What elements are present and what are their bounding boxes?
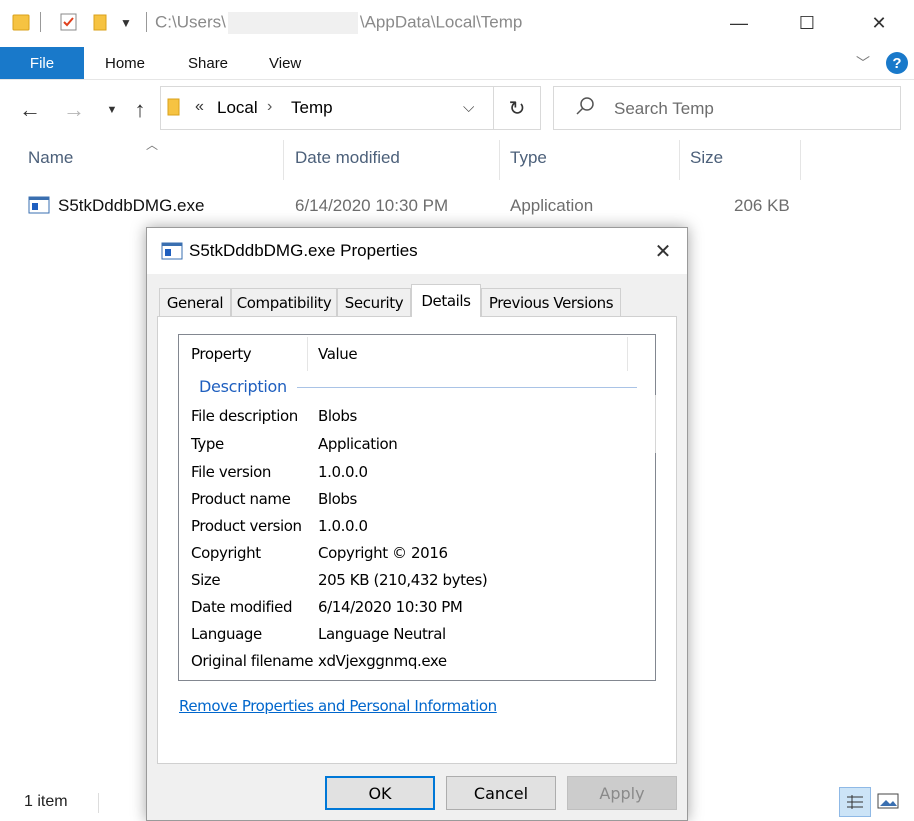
property-name: Language [191, 625, 262, 643]
status-item-count: 1 item [24, 793, 68, 810]
tab-home[interactable]: Home [105, 47, 145, 79]
column-divider[interactable] [679, 140, 680, 180]
column-header-name[interactable]: Name [28, 148, 73, 168]
file-size: 206 KB [734, 196, 790, 215]
redacted-username [227, 12, 358, 34]
property-name: Size [191, 571, 221, 589]
properties-icon[interactable] [60, 12, 77, 31]
back-arrow-icon[interactable]: ← [16, 94, 44, 126]
dialog-title: S5tkDddbDMG.exe Properties [189, 241, 418, 260]
dialog-close-button[interactable]: ✕ [643, 236, 683, 266]
maximize-button[interactable]: ☐ [784, 6, 830, 40]
tab-previous-versions[interactable]: Previous Versions [481, 288, 621, 316]
new-folder-icon[interactable] [92, 12, 108, 31]
ribbon-tabs: File Home Share View ﹀ ? [0, 47, 914, 80]
property-value: Copyright © 2016 [318, 544, 448, 562]
column-header-type[interactable]: Type [510, 148, 547, 168]
property-value: Blobs [318, 407, 357, 425]
refresh-button[interactable]: ↻ [493, 86, 541, 130]
property-name: Date modified [191, 598, 293, 616]
refresh-icon: ↻ [508, 97, 526, 120]
property-value: Application [318, 435, 398, 453]
up-arrow-icon[interactable]: ↑ [126, 94, 154, 126]
file-name[interactable]: S5tkDddbDMG.exe [58, 196, 204, 216]
dialog-title-bar: S5tkDddbDMG.exe Properties ✕ [147, 228, 687, 274]
tab-file[interactable]: File [0, 47, 84, 79]
property-value: xdVjexggnmq.exe [318, 652, 447, 670]
separator [40, 12, 41, 32]
separator [146, 12, 147, 32]
section-divider [297, 387, 637, 388]
column-header-size[interactable]: Size [690, 148, 723, 168]
property-name: Type [191, 435, 224, 453]
property-name: Original filename [191, 652, 314, 670]
column-header-property[interactable]: Property [191, 345, 252, 363]
property-name: Copyright [191, 544, 261, 562]
scrollbar-track[interactable] [655, 395, 656, 453]
minimize-button[interactable]: — [716, 6, 762, 40]
property-name: Product version [191, 517, 302, 535]
folder-icon [12, 12, 30, 31]
property-value: 1.0.0.0 [318, 517, 368, 535]
breadcrumb-local[interactable]: Local [217, 98, 258, 118]
ok-button[interactable]: OK [325, 776, 435, 810]
search-placeholder[interactable]: Search Temp [614, 99, 714, 119]
path-prefix: C:\Users\ [155, 12, 226, 32]
application-icon [28, 196, 50, 219]
overflow-crumbs-icon[interactable]: « [195, 98, 204, 116]
remove-properties-link[interactable]: Remove Properties and Personal Informati… [179, 697, 497, 715]
column-divider[interactable] [307, 337, 308, 371]
search-box[interactable]: Search Temp [553, 86, 901, 130]
tab-compatibility[interactable]: Compatibility [231, 288, 337, 316]
column-divider[interactable] [283, 140, 284, 180]
file-date-modified: 6/14/2020 10:30 PM [295, 196, 449, 215]
large-icons-view-icon[interactable] [876, 791, 900, 816]
column-header-value[interactable]: Value [318, 345, 358, 363]
address-dropdown-icon[interactable]: ⌵ [463, 99, 474, 116]
breadcrumb-temp[interactable]: Temp [291, 98, 333, 118]
column-divider[interactable] [800, 140, 801, 180]
property-value: Language Neutral [318, 625, 446, 643]
tab-security[interactable]: Security [337, 288, 411, 316]
property-value: 6/14/2020 10:30 PM [318, 598, 463, 616]
property-name: File description [191, 407, 298, 425]
search-icon [574, 96, 596, 123]
file-type: Application [510, 196, 594, 215]
tab-view[interactable]: View [269, 47, 301, 79]
property-name: File version [191, 463, 272, 481]
breadcrumb-separator-icon: › [267, 98, 273, 115]
properties-list[interactable]: Property Value Description File descript… [178, 334, 656, 681]
cancel-button[interactable]: Cancel [446, 776, 556, 810]
recent-locations-chevron-icon[interactable]: ▼ [98, 94, 126, 126]
column-header-date-modified[interactable]: Date modified [295, 148, 400, 168]
properties-dialog: S5tkDddbDMG.exe Properties ✕ General Com… [146, 227, 688, 821]
details-tab-panel: Property Value Description File descript… [157, 316, 677, 764]
property-value: Blobs [318, 490, 357, 508]
folder-icon [167, 97, 181, 122]
window-title-path: C:\Users\ \AppData\Local\Temp [155, 12, 522, 34]
address-bar[interactable]: « Local › Temp ⌵ [160, 86, 494, 130]
customize-qat-dropdown-icon[interactable]: ▼ [120, 16, 132, 30]
details-view-icon[interactable] [839, 787, 871, 817]
forward-arrow-icon[interactable]: → [60, 94, 88, 126]
apply-button[interactable]: Apply [567, 776, 677, 810]
property-value: 205 KB (210,432 bytes) [318, 571, 488, 589]
path-suffix: \AppData\Local\Temp [359, 12, 523, 32]
tab-share[interactable]: Share [188, 47, 228, 79]
tab-details[interactable]: Details [411, 284, 481, 317]
property-name: Product name [191, 490, 291, 508]
tab-general[interactable]: General [159, 288, 231, 316]
help-icon[interactable]: ? [886, 52, 908, 74]
column-divider[interactable] [499, 140, 500, 180]
expand-ribbon-icon[interactable]: ﹀ [856, 53, 870, 73]
section-header-description: Description [199, 377, 287, 396]
status-separator [98, 793, 99, 813]
column-divider[interactable] [627, 337, 628, 371]
sort-ascending-icon: ︿ [146, 138, 159, 152]
property-value: 1.0.0.0 [318, 463, 368, 481]
close-button[interactable]: ✕ [856, 6, 902, 40]
application-icon [161, 242, 183, 265]
title-bar: ▼ C:\Users\ \AppData\Local\Temp — ☐ ✕ [0, 0, 914, 47]
